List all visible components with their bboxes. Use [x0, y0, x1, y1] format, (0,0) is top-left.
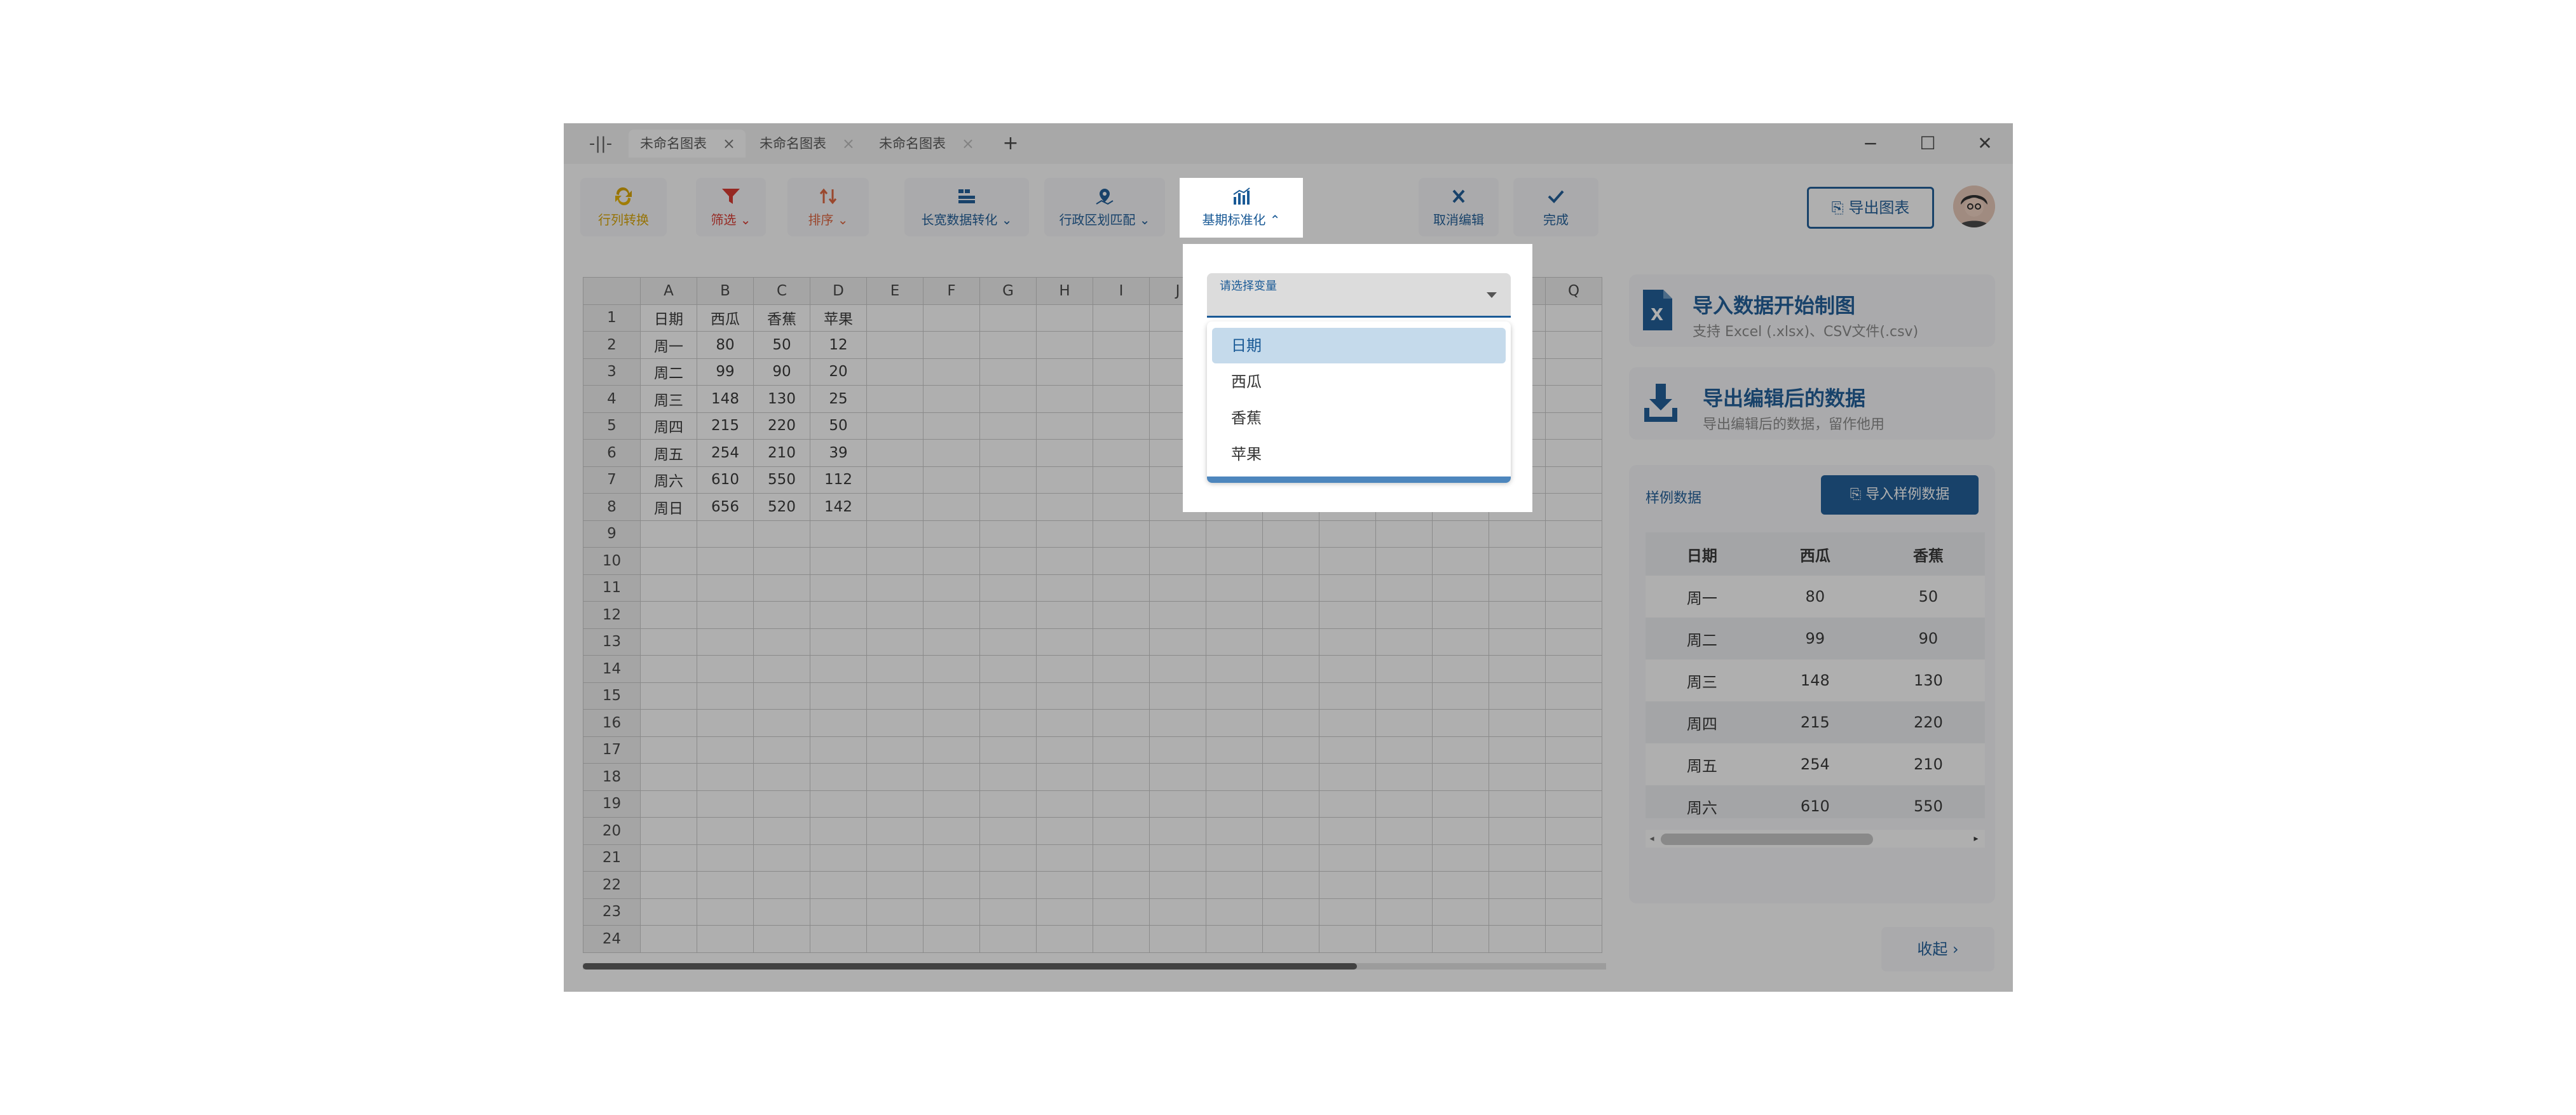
option-watermelon[interactable]: 西瓜: [1212, 364, 1506, 400]
option-apple[interactable]: 苹果: [1212, 436, 1506, 472]
chevron-up-icon: ⌃: [1269, 212, 1281, 227]
caret-down-icon[interactable]: [1487, 292, 1497, 298]
option-date[interactable]: 日期: [1212, 328, 1506, 363]
app-window: -||- 未命名图表 × 未命名图表 × 未命名图表 × + − ☐ ✕ 行列转…: [564, 123, 2013, 992]
variable-select[interactable]: 请选择变量: [1207, 273, 1511, 318]
select-label: 请选择变量: [1220, 280, 1277, 293]
base-period-label: 基期标准化: [1202, 212, 1266, 227]
menu-bottom-bar: [1207, 476, 1511, 483]
bar-chart-icon: [1233, 187, 1250, 205]
option-banana[interactable]: 香蕉: [1212, 400, 1506, 436]
variable-menu: 日期 西瓜 香蕉 苹果: [1207, 321, 1511, 482]
base-period-button[interactable]: 基期标准化 ⌃: [1180, 178, 1303, 238]
